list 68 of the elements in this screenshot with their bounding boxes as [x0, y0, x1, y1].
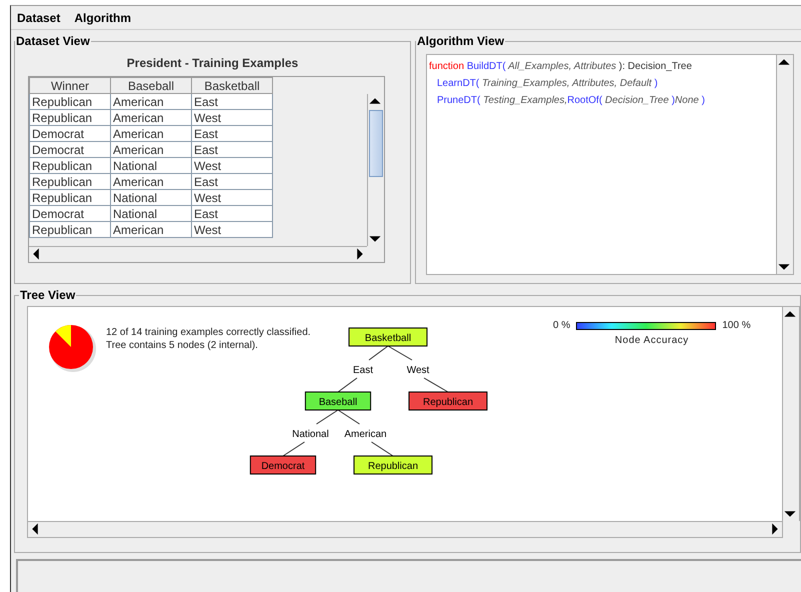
tree-edge [424, 378, 448, 392]
table-cell: American [110, 222, 192, 238]
table-cell: Democrat [30, 126, 110, 142]
panel-title: Algorithm View [416, 34, 506, 48]
tree-node[interactable]: Democrat [250, 456, 316, 474]
tree-edge [338, 410, 360, 424]
table-cell: American [110, 126, 192, 142]
table-cell: East [192, 94, 272, 110]
table-title: President - Training Examples [126, 56, 300, 70]
table-cell: West [192, 158, 272, 174]
edge-label: American [344, 429, 387, 440]
vertical-scrollbar[interactable] [367, 94, 384, 246]
tree-edge [371, 442, 394, 456]
table-cell: National [110, 206, 192, 222]
tree-edge [388, 346, 412, 360]
legend-min-label: 0 % [553, 320, 570, 331]
panel-title: Dataset View [15, 34, 91, 48]
tree-edge [368, 346, 388, 360]
table-cell: Democrat [30, 142, 110, 158]
table-cell: West [192, 190, 272, 206]
table-cell: East [192, 206, 272, 222]
code-line: function BuildDT( All_Examples, Attributes ): Decision_Tree [429, 60, 693, 74]
table-cell: American [110, 174, 192, 190]
tree-edge [282, 442, 305, 456]
menu-item[interactable]: Algorithm [74, 10, 132, 24]
column-header[interactable]: Baseball [110, 78, 192, 94]
vertical-scrollbar[interactable] [782, 307, 799, 521]
code-line: LearnDT( Training_Examples, Attributes, Default ) [436, 77, 659, 91]
table-cell: Republican [30, 158, 110, 174]
horizontal-scrollbar[interactable] [27, 521, 783, 538]
legend-title: Node Accuracy [614, 335, 690, 346]
menu-item[interactable]: Dataset [17, 10, 60, 24]
table-cell: Republican [30, 94, 110, 110]
legend-max-label: 100 % [722, 320, 751, 331]
edge-label: National [292, 429, 329, 440]
column-header[interactable]: Basketball [192, 78, 272, 94]
tree-node[interactable]: Basketball [348, 328, 428, 346]
table-cell: Republican [30, 110, 110, 126]
tree-node[interactable]: Baseball [304, 392, 372, 410]
column-header[interactable]: Winner [30, 78, 110, 94]
table-cell: West [192, 110, 272, 126]
scroll-thumb[interactable] [369, 110, 383, 177]
table-cell: American [110, 94, 192, 110]
table-cell: National [110, 190, 192, 206]
edge-label: East [353, 365, 373, 376]
tree-node[interactable]: Republican [354, 456, 432, 474]
table-cell: American [110, 142, 192, 158]
tree-edge [338, 378, 358, 392]
table-cell: Republican [30, 190, 110, 206]
table-cell: West [192, 222, 272, 238]
table-cell: Republican [30, 174, 110, 190]
table-cell: Democrat [30, 206, 110, 222]
table-cell: East [192, 126, 272, 142]
table-cell: American [110, 110, 192, 126]
table-cell: East [192, 142, 272, 158]
edge-label: West [406, 365, 430, 376]
summary-text: 12 of 14 training examples correctly classified. [106, 326, 311, 339]
tree-edge [316, 410, 338, 424]
vertical-scrollbar[interactable] [776, 55, 793, 274]
pie-drawing [48, 323, 98, 373]
summary-text: Tree contains 5 nodes (2 internal). [106, 339, 259, 352]
table-cell: Republican [30, 222, 110, 238]
table-cell: East [192, 174, 272, 190]
table-cell: National [110, 158, 192, 174]
horizontal-scrollbar[interactable] [29, 246, 367, 262]
code-line: PruneDT( Testing_Examples,RootOf( Decision_Tree )None ) [436, 94, 706, 108]
tree-node[interactable]: Republican [408, 392, 488, 410]
panel-title: Tree View [19, 288, 76, 302]
